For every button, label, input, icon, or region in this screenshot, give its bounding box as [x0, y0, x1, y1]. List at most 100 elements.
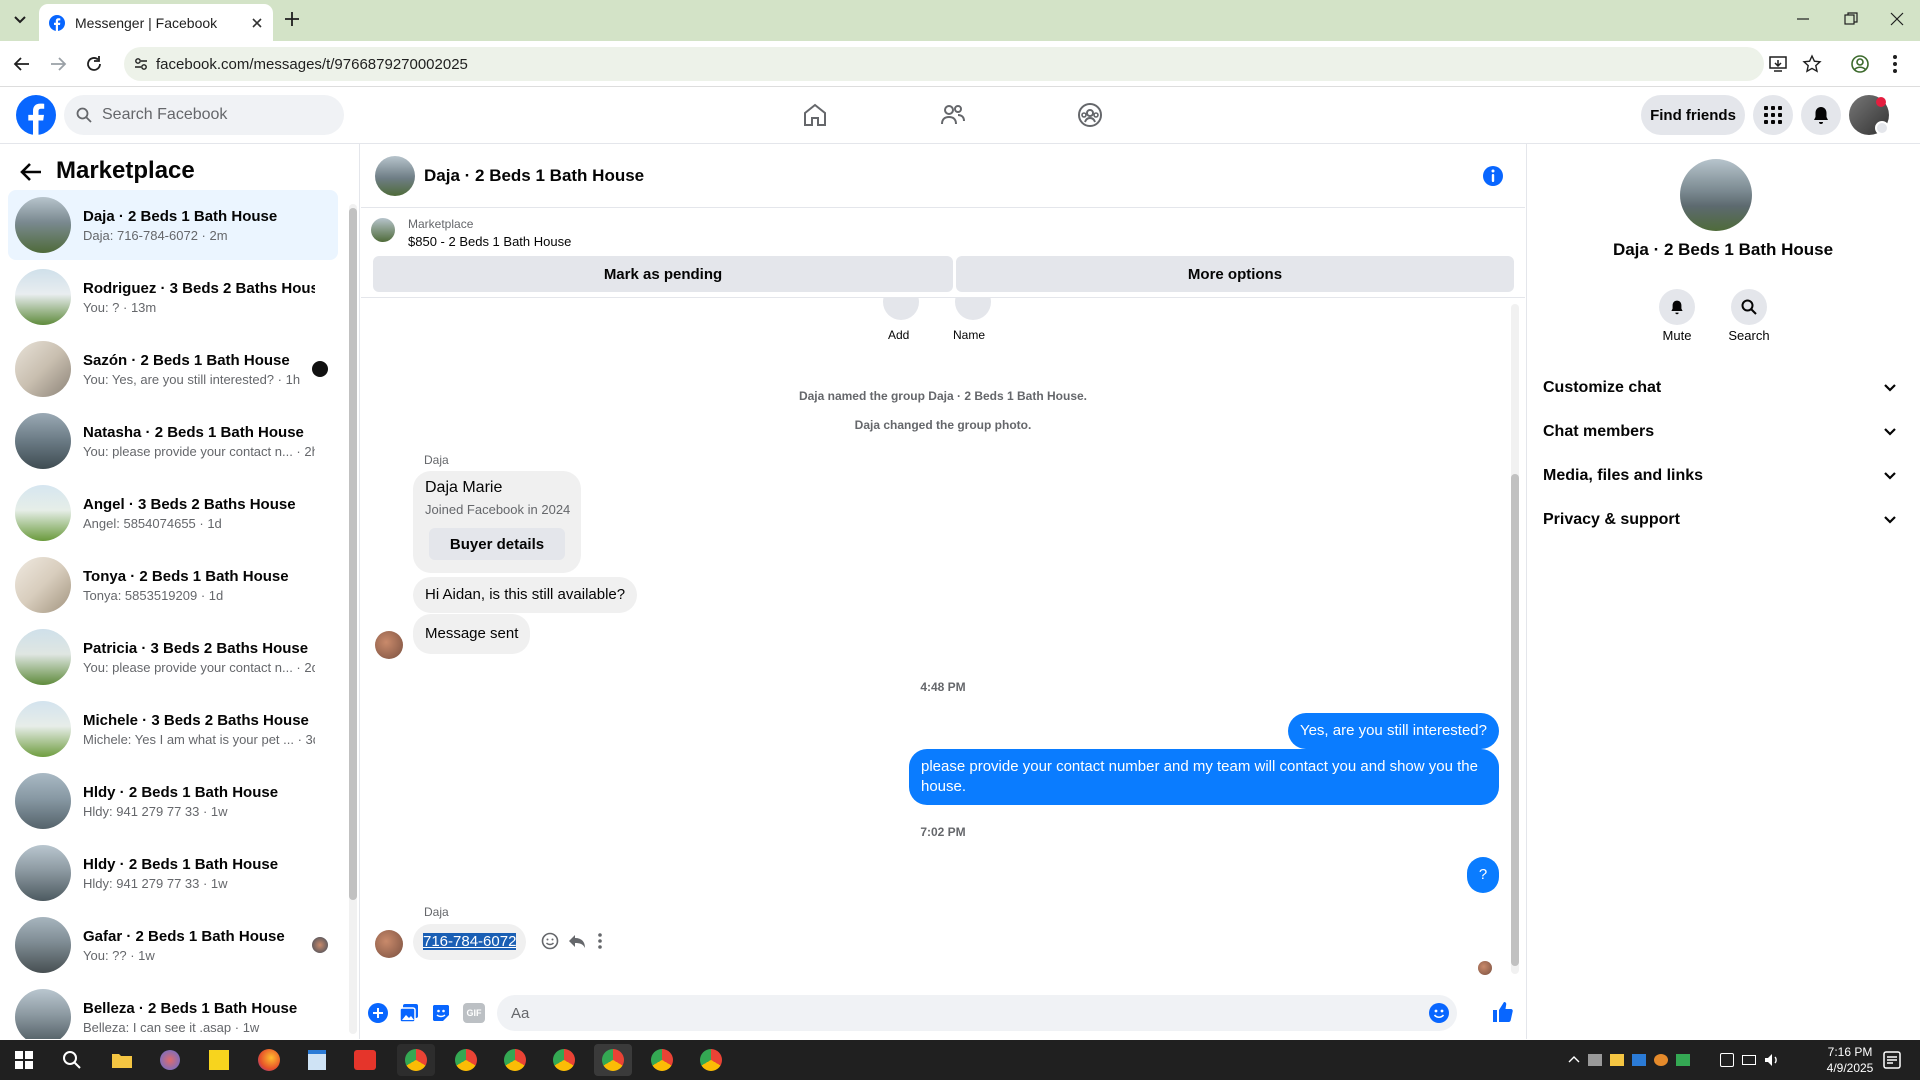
- back-arrow-icon[interactable]: [20, 162, 42, 182]
- conversation-item[interactable]: Natasha · 2 Beds 1 Bath House You: please…: [8, 406, 338, 476]
- plus-icon[interactable]: [368, 1003, 388, 1023]
- firefox-icon[interactable]: [250, 1044, 288, 1076]
- conversation-item[interactable]: Sazón · 2 Beds 1 Bath House You: Yes, are…: [8, 334, 338, 404]
- gif-icon[interactable]: GIF: [463, 1003, 485, 1023]
- chrome-icon-3[interactable]: [496, 1044, 534, 1076]
- add-member-icon[interactable]: [881, 298, 921, 320]
- listing-title[interactable]: $850 - 2 Beds 1 Bath House: [408, 234, 571, 249]
- message-input[interactable]: Aa: [497, 995, 1457, 1031]
- details-section-3[interactable]: Privacy & support: [1543, 498, 1897, 542]
- minimize-icon[interactable]: [1796, 12, 1810, 26]
- tab-search-icon[interactable]: [8, 8, 32, 32]
- file-explorer-icon[interactable]: [103, 1044, 141, 1076]
- site-info-icon[interactable]: [134, 57, 148, 71]
- reload-icon[interactable]: [85, 55, 103, 73]
- back-icon[interactable]: [13, 55, 31, 73]
- conversation-item[interactable]: Angel · 3 Beds 2 Baths House Angel: 58540…: [8, 478, 338, 548]
- browser-menu-icon[interactable]: [1892, 54, 1898, 74]
- conversation-item[interactable]: Hldy · 2 Beds 1 Bath House Hldy: 941 279 …: [8, 766, 338, 836]
- message-outgoing-1[interactable]: Yes, are you still interested?: [1287, 713, 1499, 749]
- listing-thumbnail[interactable]: [371, 218, 395, 242]
- notifications-button[interactable]: [1801, 95, 1841, 135]
- chrome-icon-2[interactable]: [447, 1044, 485, 1076]
- sticker-icon[interactable]: [431, 1003, 451, 1023]
- friends-icon[interactable]: [940, 102, 966, 128]
- details-section-1[interactable]: Chat members: [1543, 410, 1897, 454]
- profile-icon[interactable]: [1850, 54, 1870, 74]
- find-friends-button[interactable]: Find friends: [1641, 95, 1745, 135]
- chat-title[interactable]: Daja · 2 Beds 1 Bath House: [424, 166, 644, 186]
- conversation-avatar: [15, 701, 71, 757]
- tab-close-icon[interactable]: [251, 17, 263, 29]
- conversation-item[interactable]: Tonya · 2 Beds 1 Bath House Tonya: 585351…: [8, 550, 338, 620]
- photo-icon[interactable]: [399, 1003, 419, 1023]
- conversation-item[interactable]: Patricia · 3 Beds 2 Baths House You: plea…: [8, 622, 338, 692]
- app-icon-red[interactable]: [346, 1044, 384, 1076]
- more-options-button[interactable]: More options: [956, 256, 1514, 292]
- buyer-details-button[interactable]: Buyer details: [429, 528, 565, 560]
- browser-tab[interactable]: Messenger | Facebook: [39, 4, 273, 41]
- react-emoji-icon[interactable]: [541, 932, 559, 950]
- search-in-chat-button[interactable]: [1731, 289, 1767, 325]
- mute-label: Mute: [1662, 328, 1692, 343]
- phone-number-selection[interactable]: 716-784-6072: [423, 933, 517, 950]
- chrome-icon-6[interactable]: [692, 1044, 730, 1076]
- seen-avatar: [312, 361, 328, 377]
- notification-center-icon[interactable]: [1882, 1050, 1902, 1070]
- details-section-2[interactable]: Media, files and links: [1543, 454, 1897, 498]
- mute-button[interactable]: [1659, 289, 1695, 325]
- message-phone-bubble[interactable]: 716-784-6072: [413, 924, 527, 960]
- close-window-icon[interactable]: [1890, 12, 1904, 26]
- facebook-logo-icon[interactable]: [16, 95, 56, 135]
- home-icon[interactable]: [802, 102, 828, 128]
- chat-avatar[interactable]: [375, 156, 415, 196]
- network-volume-icons[interactable]: [1720, 1050, 1810, 1070]
- message-incoming[interactable]: Hi Aidan, is this still available?: [413, 577, 638, 613]
- taskbar-search-icon[interactable]: [53, 1044, 91, 1076]
- message-sent-card[interactable]: Message sent: [413, 614, 531, 654]
- reply-icon[interactable]: [568, 932, 586, 950]
- emoji-icon[interactable]: [1429, 1003, 1449, 1023]
- app-icon-1[interactable]: [151, 1044, 189, 1076]
- new-tab-icon[interactable]: [283, 10, 301, 28]
- chrome-icon-5[interactable]: [643, 1044, 681, 1076]
- chrome-icon-1[interactable]: [397, 1044, 435, 1076]
- conversation-item[interactable]: Gafar · 2 Beds 1 Bath House You: ?? · 1w: [8, 910, 338, 980]
- chrome-icon-4[interactable]: [545, 1044, 583, 1076]
- groups-icon[interactable]: [1077, 102, 1103, 128]
- account-chevron-down-icon[interactable]: [1875, 121, 1889, 135]
- sender-avatar[interactable]: [375, 631, 403, 659]
- install-icon[interactable]: [1768, 54, 1788, 74]
- conversation-item[interactable]: Rodriguez · 3 Beds 2 Baths House You: ? ·…: [8, 262, 338, 332]
- forward-icon[interactable]: [49, 55, 67, 73]
- edit-name-icon[interactable]: [953, 298, 993, 320]
- info-icon[interactable]: [1482, 165, 1504, 187]
- details-section-0[interactable]: Customize chat: [1543, 366, 1897, 410]
- conversation-item[interactable]: Belleza · 2 Beds 1 Bath House Belleza: I …: [8, 982, 338, 1039]
- clock[interactable]: 7:16 PM 4/9/2025: [1810, 1044, 1890, 1076]
- conversation-item[interactable]: Daja · 2 Beds 1 Bath House Daja: 716-784-…: [8, 190, 338, 260]
- left-scrollbar-thumb[interactable]: [349, 208, 357, 900]
- chrome-icon-active[interactable]: [594, 1044, 632, 1076]
- conversation-item[interactable]: Michele · 3 Beds 2 Baths House Michele: Y…: [8, 694, 338, 764]
- conversation-preview: You: Yes, are you still interested? · 1h: [83, 371, 301, 387]
- details-avatar[interactable]: [1680, 159, 1752, 231]
- url-field[interactable]: facebook.com/messages/t/9766879270002025: [124, 47, 1764, 81]
- start-windows-icon[interactable]: [5, 1044, 43, 1076]
- bookmark-star-icon[interactable]: [1802, 54, 1822, 74]
- facebook-search-input[interactable]: Search Facebook: [64, 95, 344, 135]
- more-actions-icon[interactable]: [597, 932, 603, 950]
- restore-icon[interactable]: [1844, 12, 1858, 26]
- mark-as-pending-button[interactable]: Mark as pending: [373, 256, 953, 292]
- sender-avatar-2[interactable]: [375, 930, 403, 958]
- notepad-icon[interactable]: [298, 1044, 336, 1076]
- conversation-item[interactable]: Hldy · 2 Beds 1 Bath House Hldy: 941 279 …: [8, 838, 338, 908]
- like-thumb-icon[interactable]: [1491, 1001, 1513, 1023]
- conversation-preview: Hldy: 941 279 77 33 · 1w: [83, 875, 228, 891]
- sticky-notes-icon[interactable]: [200, 1044, 238, 1076]
- message-outgoing-3[interactable]: ?: [1467, 857, 1499, 893]
- menu-grid-button[interactable]: [1753, 95, 1793, 135]
- message-outgoing-2[interactable]: please provide your contact number and m…: [909, 749, 1499, 805]
- system-tray-icons[interactable]: [1568, 1050, 1708, 1070]
- chat-scrollbar-thumb[interactable]: [1511, 474, 1519, 966]
